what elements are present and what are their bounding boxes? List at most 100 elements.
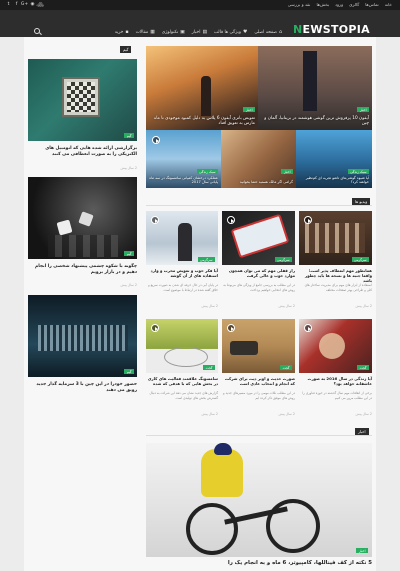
post-tag[interactable]: اخبار bbox=[356, 548, 368, 553]
slider-small[interactable]: سبک زندگی عملکرد درخشان کمپانی سامسونگ د… bbox=[146, 130, 221, 188]
dice-image bbox=[78, 211, 94, 227]
post-tag[interactable]: گیم bbox=[124, 133, 134, 138]
post-tag[interactable]: گجت bbox=[280, 365, 292, 370]
post-tag[interactable]: سبک زندگی bbox=[347, 169, 369, 174]
site-header: NEWSTOPIA ⌂ صفحه اصلی ♥ ویژگی ها قالب ▤ اخب… bbox=[0, 10, 400, 37]
slider-feature[interactable]: اخبار آیفون 10 پرفروش ترین گوشی هوشمند د… bbox=[258, 46, 372, 130]
post-tag[interactable]: گجت bbox=[357, 365, 369, 370]
rss-icon[interactable]: ◉ bbox=[30, 2, 35, 7]
video-excerpt: استفاده از ابزار های مهم برای مدیریت ساخ… bbox=[304, 283, 372, 292]
post-meta: 2 سال پیش bbox=[120, 166, 137, 170]
video-title[interactable]: راز قفلی مهم که می توان همچون موارد خوب … bbox=[222, 268, 295, 278]
sidebar-post-title[interactable]: چگونه با شکوه چشمی پیشنهاد شخصی را انجام… bbox=[28, 264, 137, 276]
sidebar-post-title[interactable]: حضور خودرا در این چین با 3 سرمایه گذار ج… bbox=[28, 382, 137, 394]
nav-item-news[interactable]: ▤ اخبار bbox=[192, 30, 207, 35]
twitter-icon[interactable]: t bbox=[6, 2, 11, 7]
slider-small[interactable]: اخبار گرامی اگر مالک هستید حتما بخوانید bbox=[221, 130, 296, 188]
video-thumb[interactable]: سرگرمی bbox=[222, 211, 295, 265]
video-title[interactable]: آیا زندگی در سال 2016 به صورت عاشقانه خو… bbox=[299, 376, 372, 386]
post-tag[interactable]: اخبار bbox=[243, 107, 255, 112]
play-icon[interactable] bbox=[151, 324, 159, 332]
video-thumb[interactable]: سرگرمی bbox=[146, 211, 218, 265]
login-link[interactable]: ورود bbox=[36, 2, 44, 7]
news-feature-title[interactable]: 5 نکته از کف فیناللها، کامپیوتر، 6 ماه و… bbox=[146, 560, 372, 567]
play-icon[interactable] bbox=[227, 324, 235, 332]
video-excerpt: در پایان آبی در حال حرفه ای شدن به صورت … bbox=[148, 283, 218, 292]
post-meta: 2 سال پیش bbox=[201, 304, 218, 308]
bike-wheel bbox=[266, 499, 320, 553]
video-thumb[interactable]: گجت bbox=[299, 319, 372, 373]
helmet-image bbox=[214, 443, 232, 455]
post-meta: 2 سال پیش bbox=[355, 304, 372, 308]
video-title[interactable]: سامسونگ علاقمند فعالیت های کاری در بخش ه… bbox=[146, 376, 218, 386]
nav-label: اخبار bbox=[191, 30, 201, 35]
site-logo[interactable]: NEWSTOPIA bbox=[293, 23, 370, 36]
post-tag[interactable]: سبک زندگی bbox=[196, 169, 218, 174]
top-link[interactable]: تماس‌ها bbox=[365, 2, 378, 7]
post-tag[interactable]: گجت bbox=[203, 365, 215, 370]
slider-small-title[interactable]: آیا شیوه گوشی‌های تاشو تجربه ای کم‌نظیر … bbox=[299, 176, 369, 185]
play-icon[interactable] bbox=[227, 216, 235, 224]
top-bar: t f G+ ◉ ◎ ورود خانه تماس‌ها گالری ورود … bbox=[0, 0, 400, 10]
post-meta: 2 سال پیش bbox=[201, 412, 218, 416]
video-title[interactable]: آیا فکر خوب و تعویض مخرب و وارد استفاده … bbox=[146, 268, 218, 278]
google-plus-icon[interactable]: G+ bbox=[21, 2, 28, 7]
post-meta: 2 سال پیش bbox=[355, 412, 372, 416]
post-tag[interactable]: گیم bbox=[124, 369, 134, 374]
cart-icon: ▪ bbox=[125, 30, 129, 35]
search-icon[interactable] bbox=[34, 28, 40, 34]
sidebar-post-image[interactable]: گیم bbox=[28, 59, 137, 141]
slider-title[interactable]: آیفون 10 پرفروش ترین گوشی هوشمند در بریت… bbox=[261, 116, 369, 127]
slider-feature[interactable]: اخبار تعویض باتری آیفون 6 پلاس به دلیل ک… bbox=[146, 46, 258, 130]
logo-letter: N bbox=[292, 23, 303, 36]
post-tag[interactable]: سرگرمی bbox=[351, 257, 369, 262]
play-icon[interactable] bbox=[152, 136, 160, 144]
top-link[interactable]: نقد و بررسی bbox=[288, 2, 311, 7]
slider-title[interactable]: تعویض باتری آیفون 6 پلاس به دلیل کمبود م… bbox=[149, 116, 255, 127]
slider-small-title[interactable]: عملکرد درخشان کمپانی سامسونگ در سه ماه پ… bbox=[149, 176, 218, 185]
nav-item-articles[interactable]: ▦ مقالات bbox=[136, 30, 155, 35]
play-icon[interactable] bbox=[151, 216, 159, 224]
nav-item-features[interactable]: ♥ ویژگی ها قالب bbox=[214, 30, 247, 35]
play-icon[interactable] bbox=[304, 324, 312, 332]
video-title[interactable]: همانطور مهم انعطاف پذیر است؛ واقعا جنبه … bbox=[299, 268, 372, 284]
video-thumb[interactable]: گجت bbox=[146, 319, 218, 373]
sidebar-post-image[interactable]: گیم bbox=[28, 177, 137, 259]
top-link[interactable]: گالری bbox=[349, 2, 359, 7]
top-links: خانه تماس‌ها گالری ورود بخش‌ها نقد و برر… bbox=[288, 2, 392, 7]
top-link[interactable]: بخش‌ها bbox=[316, 2, 329, 7]
video-thumb[interactable]: گجت bbox=[222, 319, 295, 373]
chip-icon: ▣ bbox=[180, 30, 185, 35]
post-tag[interactable]: سرگرمی bbox=[197, 257, 215, 262]
post-tag[interactable]: اخبار bbox=[281, 169, 293, 174]
nav-item-shop[interactable]: ▪ خرید bbox=[115, 30, 129, 35]
top-link[interactable]: خانه bbox=[385, 2, 392, 7]
nav-item-home[interactable]: ⌂ صفحه اصلی bbox=[254, 30, 282, 35]
top-link[interactable]: ورود bbox=[335, 2, 343, 7]
facebook-icon[interactable]: f bbox=[14, 2, 19, 7]
post-tag[interactable]: اخبار bbox=[357, 107, 369, 112]
slider-small[interactable]: سبک زندگی آیا شیوه گوشی‌های تاشو تجربه ا… bbox=[296, 130, 372, 188]
divider bbox=[146, 435, 372, 436]
news-feature-image[interactable]: اخبار bbox=[146, 443, 372, 557]
main-nav: ⌂ صفحه اصلی ♥ ویژگی ها قالب ▤ اخبار ▣ تکنولو… bbox=[115, 30, 282, 35]
bike-wheel bbox=[186, 503, 238, 555]
post-tag[interactable]: گیم bbox=[124, 251, 134, 256]
post-tag[interactable]: سرگرمی bbox=[274, 257, 292, 262]
sidebar-post-title[interactable]: برگزارشی ارائه شده هایی که اتومبیل های ا… bbox=[28, 146, 137, 158]
slider-small-title[interactable]: گرامی اگر مالک هستید حتما بخوانید bbox=[224, 180, 293, 185]
logo-text: EWSTOPIA bbox=[302, 23, 370, 36]
video-thumb[interactable]: سرگرمی bbox=[299, 211, 372, 265]
nav-label: صفحه اصلی bbox=[254, 30, 277, 35]
video-excerpt: برخی از اتفاقات مهم سال گذشته در حوزه فن… bbox=[302, 391, 372, 400]
foosball-image bbox=[305, 223, 365, 253]
legs-image bbox=[303, 51, 317, 111]
earphones-image bbox=[164, 347, 208, 367]
video-excerpt: در این مطلب به بررسی جامع از ویژگی های م… bbox=[223, 283, 295, 292]
play-icon[interactable] bbox=[304, 216, 312, 224]
nav-item-technology[interactable]: ▣ تکنولوژی bbox=[162, 30, 185, 35]
video-title[interactable]: صورت حدیث و اوبر دیت برای شرکت که انجام … bbox=[222, 376, 295, 386]
person-image bbox=[201, 76, 211, 116]
divider bbox=[146, 205, 372, 206]
sidebar-post-image[interactable]: گیم bbox=[28, 295, 137, 377]
